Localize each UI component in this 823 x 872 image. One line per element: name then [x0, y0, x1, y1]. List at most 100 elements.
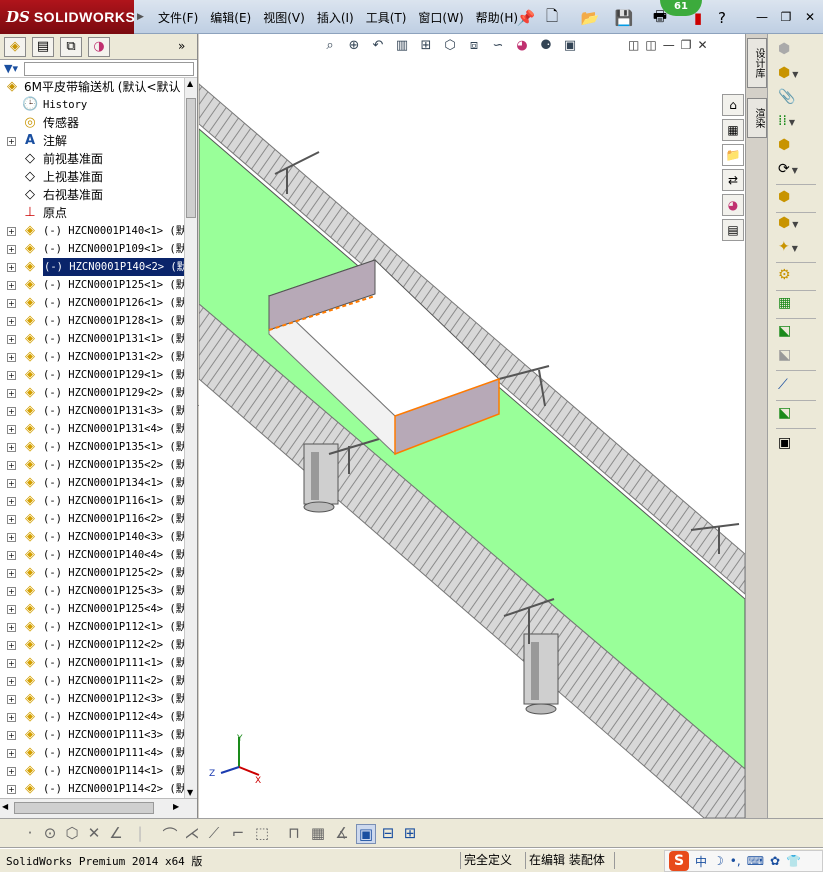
- expand-toggle-icon[interactable]: +: [7, 407, 16, 416]
- expand-toggle-icon[interactable]: +: [7, 731, 16, 740]
- scroll-down-icon[interactable]: ▼: [187, 788, 193, 797]
- move-component-icon[interactable]: ⟳ ▼: [778, 158, 812, 180]
- tree-component-row[interactable]: + ◈ (-) HZCN0001P112<3> (默: [0, 690, 184, 708]
- expand-toggle-icon[interactable]: +: [7, 227, 16, 236]
- pin-icon[interactable]: 📌: [516, 8, 536, 28]
- expand-toggle-icon[interactable]: +: [7, 785, 16, 794]
- property-manager-tab-icon[interactable]: ▤: [32, 37, 54, 57]
- tree-component-row[interactable]: + ◈ (-) HZCN0001P140<2> (默: [0, 258, 184, 276]
- ime-toolbar[interactable]: S 中 ☽ •, ⌨ ✿ 👕: [664, 850, 823, 872]
- menu-window[interactable]: 窗口(W): [412, 9, 469, 27]
- tree-component-row[interactable]: + ◈ (-) HZCN0001P135<1> (默: [0, 438, 184, 456]
- expand-panel-icon[interactable]: »: [178, 39, 185, 53]
- expand-toggle-icon[interactable]: +: [7, 443, 16, 452]
- interference-detection-icon[interactable]: ⟋: [778, 374, 812, 396]
- tree-component-row[interactable]: + ◈ (-) HZCN0001P134<1> (默: [0, 474, 184, 492]
- zoom-area-icon[interactable]: ⊕: [344, 36, 364, 56]
- tree-component-row[interactable]: + ◈ (-) HZCN0001P125<1> (默: [0, 276, 184, 294]
- tree-component-row[interactable]: + ◈ (-) HZCN0001P135<2> (默: [0, 456, 184, 474]
- expand-toggle-icon[interactable]: +: [7, 425, 16, 434]
- expand-toggle-icon[interactable]: +: [7, 461, 16, 470]
- shirt-icon[interactable]: 👕: [786, 854, 801, 868]
- resources-icon[interactable]: ▦: [722, 119, 744, 141]
- smart-fasteners-icon[interactable]: ⬢: [778, 134, 812, 156]
- tree-component-row[interactable]: + ◈ (-) HZCN0001P129<1> (默: [0, 366, 184, 384]
- instant3d-icon[interactable]: ▣: [778, 432, 812, 454]
- mate-icon[interactable]: 📎: [778, 86, 812, 108]
- ime-language[interactable]: 中: [695, 853, 707, 870]
- menu-view[interactable]: 视图(V): [257, 9, 311, 27]
- scroll-thumb[interactable]: [186, 98, 196, 218]
- grid-icon[interactable]: ▦: [308, 824, 328, 842]
- dashed-rectangle-icon[interactable]: ⬚: [252, 824, 272, 842]
- traffic-light-icon[interactable]: ▮: [688, 8, 708, 28]
- close-icon[interactable]: ✕: [802, 9, 818, 25]
- previous-view-icon[interactable]: ↶: [368, 36, 388, 56]
- new-document-icon[interactable]: 🗋: [542, 7, 562, 28]
- expand-toggle-icon[interactable]: +: [7, 587, 16, 596]
- moon-icon[interactable]: ☽: [713, 854, 724, 868]
- tree-component-row[interactable]: + ◈ (-) HZCN0001P131<2> (默: [0, 348, 184, 366]
- open-file-icon[interactable]: 📂: [580, 8, 600, 28]
- tree-component-row[interactable]: + ◈ (-) HZCN0001P112<2> (默: [0, 636, 184, 654]
- tree-item-sensors[interactable]: ◎ 传感器: [0, 114, 184, 132]
- appearances-icon[interactable]: ◕: [722, 194, 744, 216]
- line-icon[interactable]: ⟋: [204, 824, 224, 842]
- render-tab[interactable]: 渲染: [747, 98, 767, 138]
- configuration-manager-tab-icon[interactable]: ⧉: [60, 37, 82, 57]
- menu-insert[interactable]: 插入(I): [311, 9, 360, 27]
- trim-icon[interactable]: ✕: [84, 824, 104, 842]
- bill-of-materials-icon[interactable]: ▦: [778, 292, 812, 314]
- expand-toggle-icon[interactable]: +: [7, 263, 16, 272]
- clearance-verification-icon[interactable]: ⬕: [778, 402, 812, 424]
- tree-component-row[interactable]: + ◈ (-) HZCN0001P114<1> (默: [0, 762, 184, 780]
- filter-input[interactable]: [24, 62, 194, 76]
- edit-component-icon[interactable]: ⬢: [778, 38, 812, 60]
- table-view-icon[interactable]: ⊞: [400, 824, 420, 842]
- section-view-icon[interactable]: ▥: [392, 36, 412, 56]
- explode-line-sketch-icon[interactable]: ⬕: [778, 344, 812, 366]
- exploded-view-icon[interactable]: ⬕: [778, 320, 812, 342]
- expand-toggle-icon[interactable]: +: [7, 317, 16, 326]
- expand-toggle-icon[interactable]: +: [7, 137, 16, 146]
- expand-toggle-icon[interactable]: +: [7, 389, 16, 398]
- angle-icon[interactable]: ∠: [106, 824, 126, 842]
- expand-toggle-icon[interactable]: +: [7, 245, 16, 254]
- reference-geometry-icon[interactable]: ✦ ▼: [778, 236, 812, 258]
- corner-rectangle-icon[interactable]: ⌐: [228, 824, 248, 842]
- display-manager-tab-icon[interactable]: ◑: [88, 37, 110, 57]
- design-library-tab[interactable]: 设计库: [747, 38, 767, 88]
- tree-item-history[interactable]: 🕒 History: [0, 96, 184, 114]
- scroll-up-icon[interactable]: ▲: [187, 79, 193, 88]
- tree-component-row[interactable]: + ◈ (-) HZCN0001P111<1> (默: [0, 654, 184, 672]
- display-style-icon[interactable]: ⧈: [464, 36, 484, 56]
- expand-toggle-icon[interactable]: +: [7, 713, 16, 722]
- tree-vertical-scrollbar[interactable]: ▲ ▼: [184, 78, 197, 798]
- expand-toggle-icon[interactable]: +: [7, 767, 16, 776]
- save-icon[interactable]: 💾: [614, 8, 634, 28]
- scroll-right-icon[interactable]: ▶: [173, 802, 179, 811]
- custom-properties-icon[interactable]: ▤: [722, 219, 744, 241]
- tree-component-row[interactable]: + ◈ (-) HZCN0001P114<2> (默: [0, 780, 184, 798]
- tree-component-row[interactable]: + ◈ (-) HZCN0001P129<2> (默: [0, 384, 184, 402]
- tree-horizontal-scrollbar[interactable]: ◀ ▶: [0, 798, 197, 818]
- menu-edit[interactable]: 编辑(E): [204, 9, 257, 27]
- view-orientation-icon[interactable]: ⬡: [440, 36, 460, 56]
- filter-icon[interactable]: ▼▾: [4, 62, 18, 75]
- minimize-icon[interactable]: —: [754, 9, 770, 25]
- tree-item-annotations[interactable]: + A 注解: [0, 132, 184, 150]
- expand-toggle-icon[interactable]: +: [7, 479, 16, 488]
- hscroll-thumb[interactable]: [14, 802, 154, 814]
- dynamic-annotation-icon[interactable]: ⊞: [416, 36, 436, 56]
- angle-dimension-icon[interactable]: ∡: [332, 824, 352, 842]
- expand-toggle-icon[interactable]: +: [7, 281, 16, 290]
- menu-tools[interactable]: 工具(T): [360, 9, 413, 27]
- tree-component-row[interactable]: + ◈ (-) HZCN0001P128<1> (默: [0, 312, 184, 330]
- skin-icon[interactable]: ✿: [770, 854, 780, 868]
- expand-toggle-icon[interactable]: +: [7, 749, 16, 758]
- tree-item-front-plane[interactable]: ◇ 前视基准面: [0, 150, 184, 168]
- tree-component-row[interactable]: + ◈ (-) HZCN0001P140<3> (默: [0, 528, 184, 546]
- tree-component-row[interactable]: + ◈ (-) HZCN0001P111<4> (默: [0, 744, 184, 762]
- viewport-close-icon[interactable]: ✕: [697, 38, 707, 52]
- tree-component-row[interactable]: + ◈ (-) HZCN0001P111<2> (默: [0, 672, 184, 690]
